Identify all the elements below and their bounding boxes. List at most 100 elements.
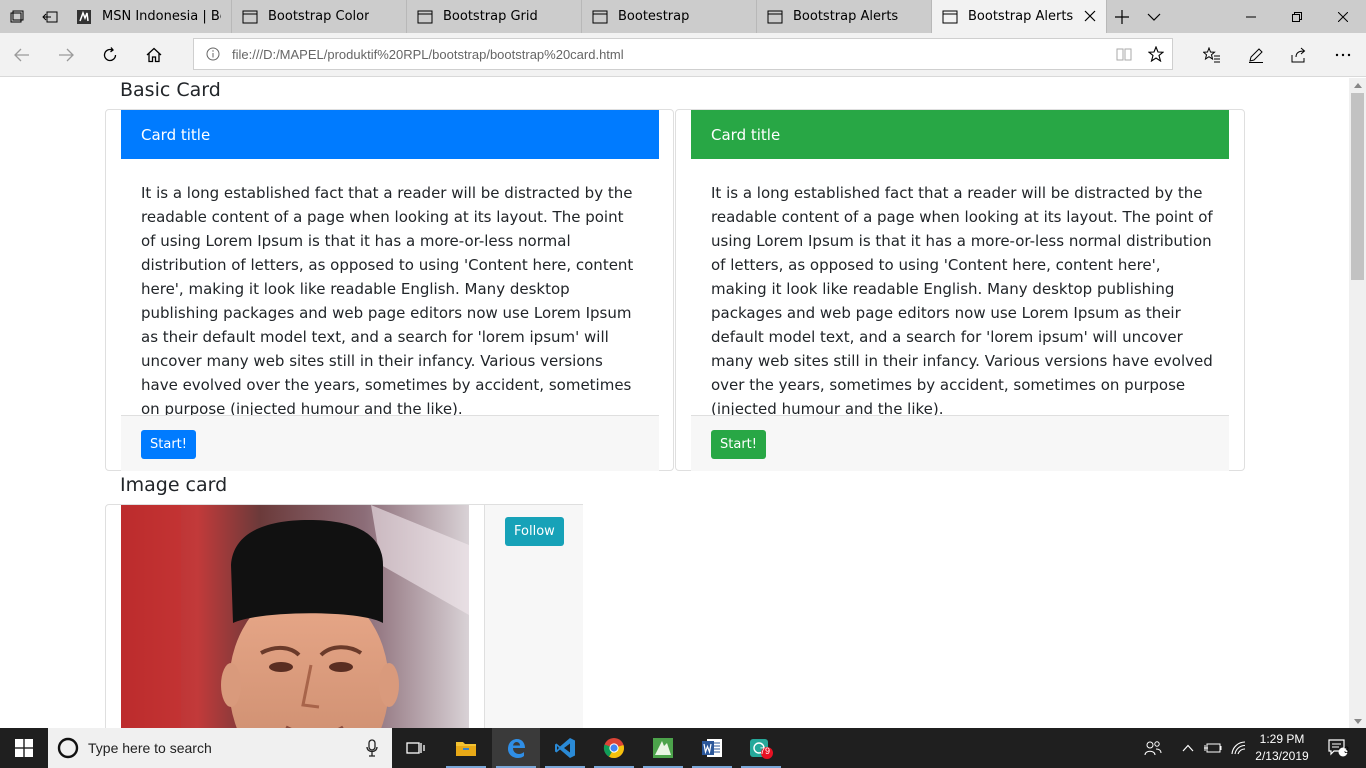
card-header: Card title [121,110,659,159]
vscode-button[interactable] [541,728,589,768]
taskbar-search[interactable]: Type here to search [48,728,392,768]
tab-label: Bootstrap Grid [443,9,538,24]
chrome-button[interactable] [590,728,638,768]
tab-label: Bootstrap Alerts [793,9,899,24]
card-body-text: It is a long established fact that a rea… [141,184,634,418]
home-button[interactable] [132,33,176,77]
share-button[interactable] [1277,33,1321,77]
web-note-button[interactable] [1234,33,1278,77]
windows-taskbar: Type here to search 79 1:29 PM 2/13/2019 [0,728,1366,768]
word-icon [702,739,722,757]
card-body-text: It is a long established fact that a rea… [711,184,1213,418]
scroll-down-icon[interactable] [1349,714,1366,728]
task-view-icon [406,742,425,754]
cortana-icon[interactable] [48,737,88,759]
battery-icon [1204,743,1222,753]
close-window-button[interactable] [1320,0,1366,33]
chevron-up-icon [1182,744,1194,752]
card-footer: Start! [691,415,1229,471]
whatsapp-button[interactable]: 79 [737,728,785,768]
chevron-down-icon [1147,13,1161,21]
page-viewport: Basic Card Card title It is a long estab… [0,78,1349,728]
reading-view-icon[interactable] [1108,39,1140,69]
set-aside-icon [41,11,57,22]
vscode-icon [555,738,575,758]
pen-icon [1249,48,1263,63]
tab-preview-button[interactable] [1137,0,1171,33]
windows-logo-icon [15,739,33,757]
window-controls [1228,0,1366,33]
start-button[interactable]: Start! [711,430,766,459]
edge-button[interactable] [492,728,540,768]
page-icon [942,9,958,25]
image-card [105,504,485,728]
tab-bootestrap[interactable]: Bootestrap [582,0,757,33]
search-placeholder[interactable]: Type here to search [88,740,352,756]
clock-date: 2/13/2019 [1255,749,1309,763]
profile-photo [121,505,469,728]
restore-button[interactable] [1274,0,1320,33]
sublime-icon [653,738,673,758]
people-icon [1144,741,1162,756]
battery-button[interactable] [1201,728,1225,768]
card-title: Card title [711,125,781,144]
arrow-left-icon [14,48,29,62]
share-icon [1291,47,1306,63]
basic-card-heading: Basic Card [120,79,221,101]
tab-bootstrap-alerts[interactable]: Bootstrap Alerts [757,0,932,33]
msn-icon [76,9,92,25]
forward-button[interactable] [44,33,88,77]
plus-icon [1115,9,1129,24]
sublime-button[interactable] [639,728,687,768]
refresh-button[interactable] [88,33,132,77]
more-icon [1335,53,1351,57]
start-button[interactable]: Start! [141,430,196,459]
start-button[interactable] [0,728,48,768]
edge-icon [508,739,525,758]
file-explorer-button[interactable] [442,728,490,768]
follow-button[interactable]: Follow [505,517,564,546]
tab-label: Bootestrap [618,9,690,24]
more-button[interactable] [1321,33,1365,77]
scroll-thumb[interactable] [1351,93,1364,280]
image-card-heading: Image card [120,474,228,496]
tab-bootstrap-alerts-active[interactable]: Bootstrap Alerts [932,0,1107,33]
clock-time: 1:29 PM [1259,732,1305,746]
scroll-up-icon[interactable] [1349,78,1366,92]
file-explorer-icon [456,742,476,756]
word-button[interactable] [688,728,736,768]
chrome-icon [603,738,624,759]
basic-card-green: Card title It is a long established fact… [675,109,1245,471]
people-button[interactable] [1138,728,1168,768]
tab-strip: MSN Indonesia | Berita Bootstrap Color B… [0,0,1366,33]
close-tab-icon[interactable] [1082,8,1098,24]
system-clock[interactable]: 1:29 PM 2/13/2019 [1248,731,1316,765]
new-tab-button[interactable] [1107,0,1137,33]
minimize-icon [1246,16,1256,17]
page-scrollbar[interactable] [1349,78,1366,728]
home-icon [146,47,162,63]
card-header: Card title [691,110,1229,159]
card-footer: Start! [121,415,659,471]
tab-label: Bootstrap Color [268,9,370,24]
favorites-hub-button[interactable] [1190,33,1234,77]
url-text[interactable]: file:///D:/MAPEL/produktif%20RPL/bootstr… [232,47,1108,62]
microphone-icon[interactable] [352,739,392,757]
card-title: Card title [141,125,211,144]
action-center-button[interactable]: 3 [1318,728,1358,768]
minimize-button[interactable] [1228,0,1274,33]
arrow-right-icon [59,48,74,62]
tab-bootstrap-color[interactable]: Bootstrap Color [232,0,407,33]
set-tabs-aside-button[interactable] [33,0,66,33]
address-bar[interactable]: file:///D:/MAPEL/produktif%20RPL/bootstr… [193,38,1173,70]
info-icon[interactable] [194,47,232,61]
tab-label: MSN Indonesia | Berita [102,9,221,24]
tab-actions-button[interactable] [0,0,33,33]
favorite-star-icon[interactable] [1140,39,1172,69]
basic-card-blue: Card title It is a long established fact… [105,109,674,471]
show-hidden-icons[interactable] [1176,728,1200,768]
task-view-button[interactable] [392,728,440,768]
tab-msn[interactable]: MSN Indonesia | Berita [66,0,232,33]
back-button[interactable] [0,33,44,77]
tab-bootstrap-grid[interactable]: Bootstrap Grid [407,0,582,33]
